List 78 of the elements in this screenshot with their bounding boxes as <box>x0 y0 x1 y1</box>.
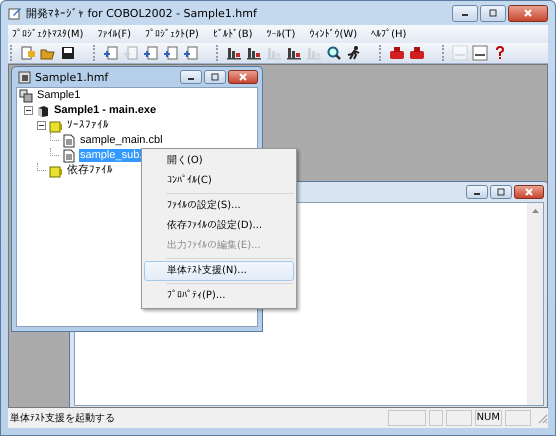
build-icon <box>266 45 282 61</box>
file-icon <box>62 148 76 162</box>
search-icon <box>326 45 342 61</box>
project-icon <box>18 70 31 84</box>
minimize-button[interactable] <box>452 4 478 22</box>
menu-item[interactable]: ﾍﾙﾌﾟ(H) <box>371 28 406 40</box>
maximize-icon <box>210 73 220 81</box>
close-button[interactable] <box>508 4 548 22</box>
menu-item[interactable]: ﾋﾞﾙﾄﾞ(B) <box>212 28 253 40</box>
add-icon <box>163 45 179 61</box>
scroll-up-icon[interactable] <box>532 209 538 213</box>
add-tool-button[interactable] <box>162 44 180 62</box>
panel-icon <box>472 45 488 61</box>
close-icon <box>524 188 534 196</box>
add-tool-button[interactable] <box>182 44 200 62</box>
close-button[interactable] <box>514 185 544 199</box>
resize-grip[interactable] <box>536 412 548 424</box>
search-tool-button[interactable] <box>325 44 343 62</box>
maximize-button[interactable] <box>480 4 506 22</box>
context-menu-item[interactable]: ｺﾝﾊﾟｲﾙ(C) <box>144 171 294 191</box>
context-menu-item[interactable]: ﾌｧｲﾙの設定(S)... <box>144 196 294 216</box>
folder-icon <box>49 164 63 178</box>
new-tool-button[interactable] <box>19 44 37 62</box>
menu-item[interactable]: ｳｨﾝﾄﾞｳ(W) <box>309 28 358 40</box>
add-icon <box>103 45 119 61</box>
new-icon <box>20 45 36 61</box>
close-button[interactable] <box>228 70 258 84</box>
close-icon <box>523 9 533 17</box>
context-menu-item[interactable]: 開く(O) <box>144 151 294 171</box>
file-icon <box>62 134 76 148</box>
cube-icon <box>36 104 50 118</box>
save-icon <box>60 45 76 61</box>
app-icon <box>8 6 22 20</box>
menu-item[interactable]: ﾂｰﾙ(T) <box>266 28 296 40</box>
status-pane <box>428 410 443 426</box>
project-icon <box>19 88 33 102</box>
tree-item[interactable]: ｿｰｽﾌｧｲﾙ <box>66 119 110 132</box>
add-tool-button[interactable] <box>142 44 160 62</box>
folder-icon <box>49 118 63 132</box>
minimize-button[interactable] <box>466 185 488 199</box>
minimize-button[interactable] <box>180 70 202 84</box>
save-tool-button[interactable] <box>59 44 77 62</box>
panel-tool-button[interactable] <box>471 44 489 62</box>
collapse-toggle[interactable] <box>24 106 33 115</box>
close-icon <box>238 73 248 81</box>
context-menu-item[interactable]: ﾌﾟﾛﾊﾟﾃｨ(P)... <box>144 286 294 306</box>
maximize-icon <box>496 188 506 196</box>
status-text: 単体ﾃｽﾄ支援を起動する <box>10 412 115 425</box>
tree-item[interactable]: sample_main.cbl <box>79 134 164 147</box>
window-title: Sample1.hmf <box>35 70 108 84</box>
scrollbar[interactable] <box>527 203 543 405</box>
add-icon <box>123 45 139 61</box>
menu-item[interactable]: ﾌﾟﾛｼﾞｪｸﾄ(P) <box>145 28 199 40</box>
add-icon <box>143 45 159 61</box>
build-icon <box>306 45 322 61</box>
tree-item[interactable]: Sample1 - main.exe <box>53 104 158 117</box>
maximize-icon <box>488 9 498 17</box>
panel-icon <box>452 45 468 61</box>
build-icon <box>246 45 262 61</box>
collapse-toggle[interactable] <box>37 121 46 130</box>
add-tool-button[interactable] <box>102 44 120 62</box>
build-icon <box>226 45 242 61</box>
menu-item[interactable]: ﾌｧｲﾙ(F) <box>97 28 131 40</box>
status-indicator: NUM <box>474 410 502 426</box>
context-menu-item[interactable]: 単体ﾃｽﾄ支援(N)... <box>144 261 294 281</box>
maximize-button[interactable] <box>490 185 512 199</box>
status-pane <box>505 410 531 426</box>
build-icon <box>286 45 302 61</box>
run-icon <box>346 45 362 61</box>
status-pane <box>388 410 426 426</box>
maximize-button[interactable] <box>204 70 226 84</box>
status-pane <box>446 410 472 426</box>
menu-item[interactable]: ﾌﾟﾛｼﾞｪｸﾄﾏｽﾀ(M) <box>12 28 84 40</box>
context-menu-item[interactable]: 依存ﾌｧｲﾙの設定(D)... <box>144 216 294 236</box>
window-title: 開発ﾏﾈｰｼﾞｬ for COBOL2002 - Sample1.hmf <box>26 6 257 20</box>
add-icon <box>183 45 199 61</box>
tree-item[interactable]: 依存ﾌｧｲﾙ <box>66 164 114 177</box>
tree-item[interactable]: Sample1 <box>36 89 82 102</box>
